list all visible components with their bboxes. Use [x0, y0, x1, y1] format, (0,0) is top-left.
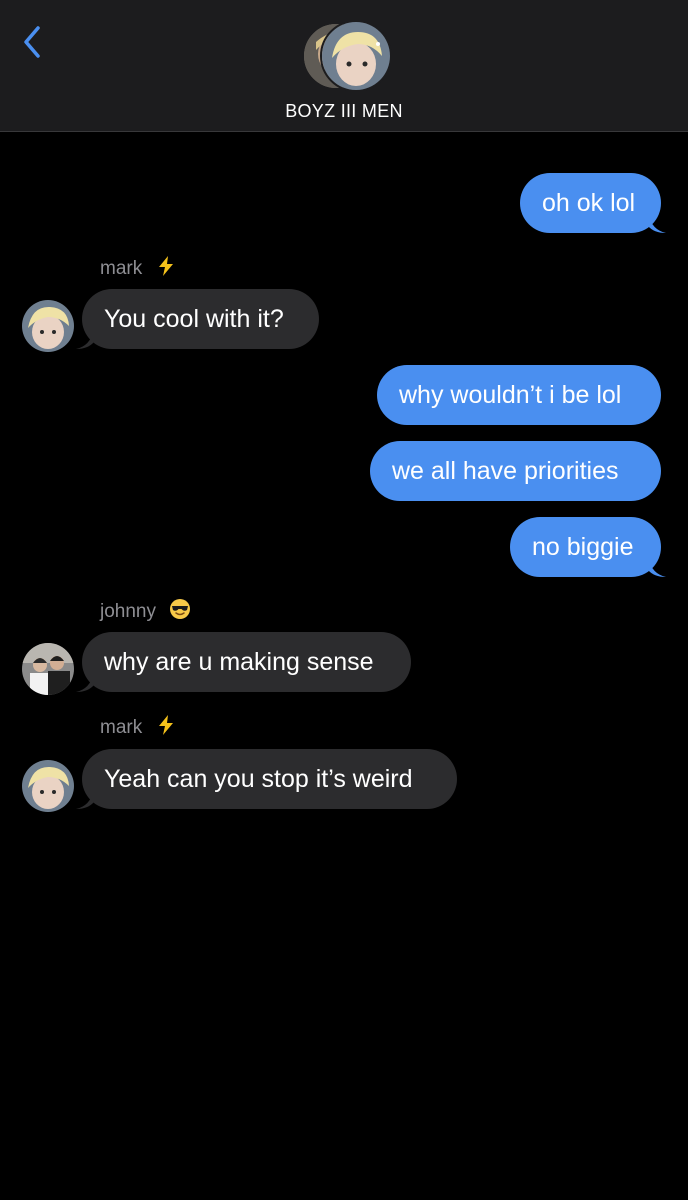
- bubble-tail: [648, 558, 666, 577]
- high-voltage-icon: [156, 714, 176, 742]
- chat-header: BOYZ III MEN: [0, 0, 688, 132]
- group-name[interactable]: BOYZ III MEN: [0, 101, 688, 122]
- message-bubble-incoming[interactable]: You cool with it?: [82, 289, 319, 349]
- bubble-tail: [648, 214, 666, 233]
- avatar[interactable]: [22, 643, 74, 695]
- high-voltage-icon: [156, 255, 176, 283]
- sender-name: mark: [100, 255, 176, 283]
- message-bubble-outgoing[interactable]: why wouldn’t i be lol: [377, 365, 661, 425]
- bubble-tail: [76, 673, 94, 692]
- message-bubble-incoming[interactable]: Yeah can you stop it’s weird: [82, 749, 457, 809]
- message-bubble-outgoing[interactable]: we all have priorities: [370, 441, 661, 501]
- bubble-tail: [76, 330, 94, 349]
- avatar[interactable]: [22, 760, 74, 812]
- avatar[interactable]: [22, 300, 74, 352]
- sunglasses-face-icon: [169, 598, 191, 626]
- group-avatar[interactable]: [300, 20, 392, 92]
- sender-name: mark: [100, 714, 176, 742]
- message-bubble-incoming[interactable]: why are u making sense: [82, 632, 411, 692]
- message-bubble-outgoing[interactable]: no biggie: [510, 517, 661, 577]
- back-button[interactable]: [18, 22, 48, 62]
- sender-name: johnny: [100, 598, 191, 626]
- member-avatar: [320, 20, 392, 92]
- bubble-tail: [76, 790, 94, 809]
- chevron-left-icon: [24, 26, 40, 58]
- message-bubble-outgoing[interactable]: oh ok lol: [520, 173, 661, 233]
